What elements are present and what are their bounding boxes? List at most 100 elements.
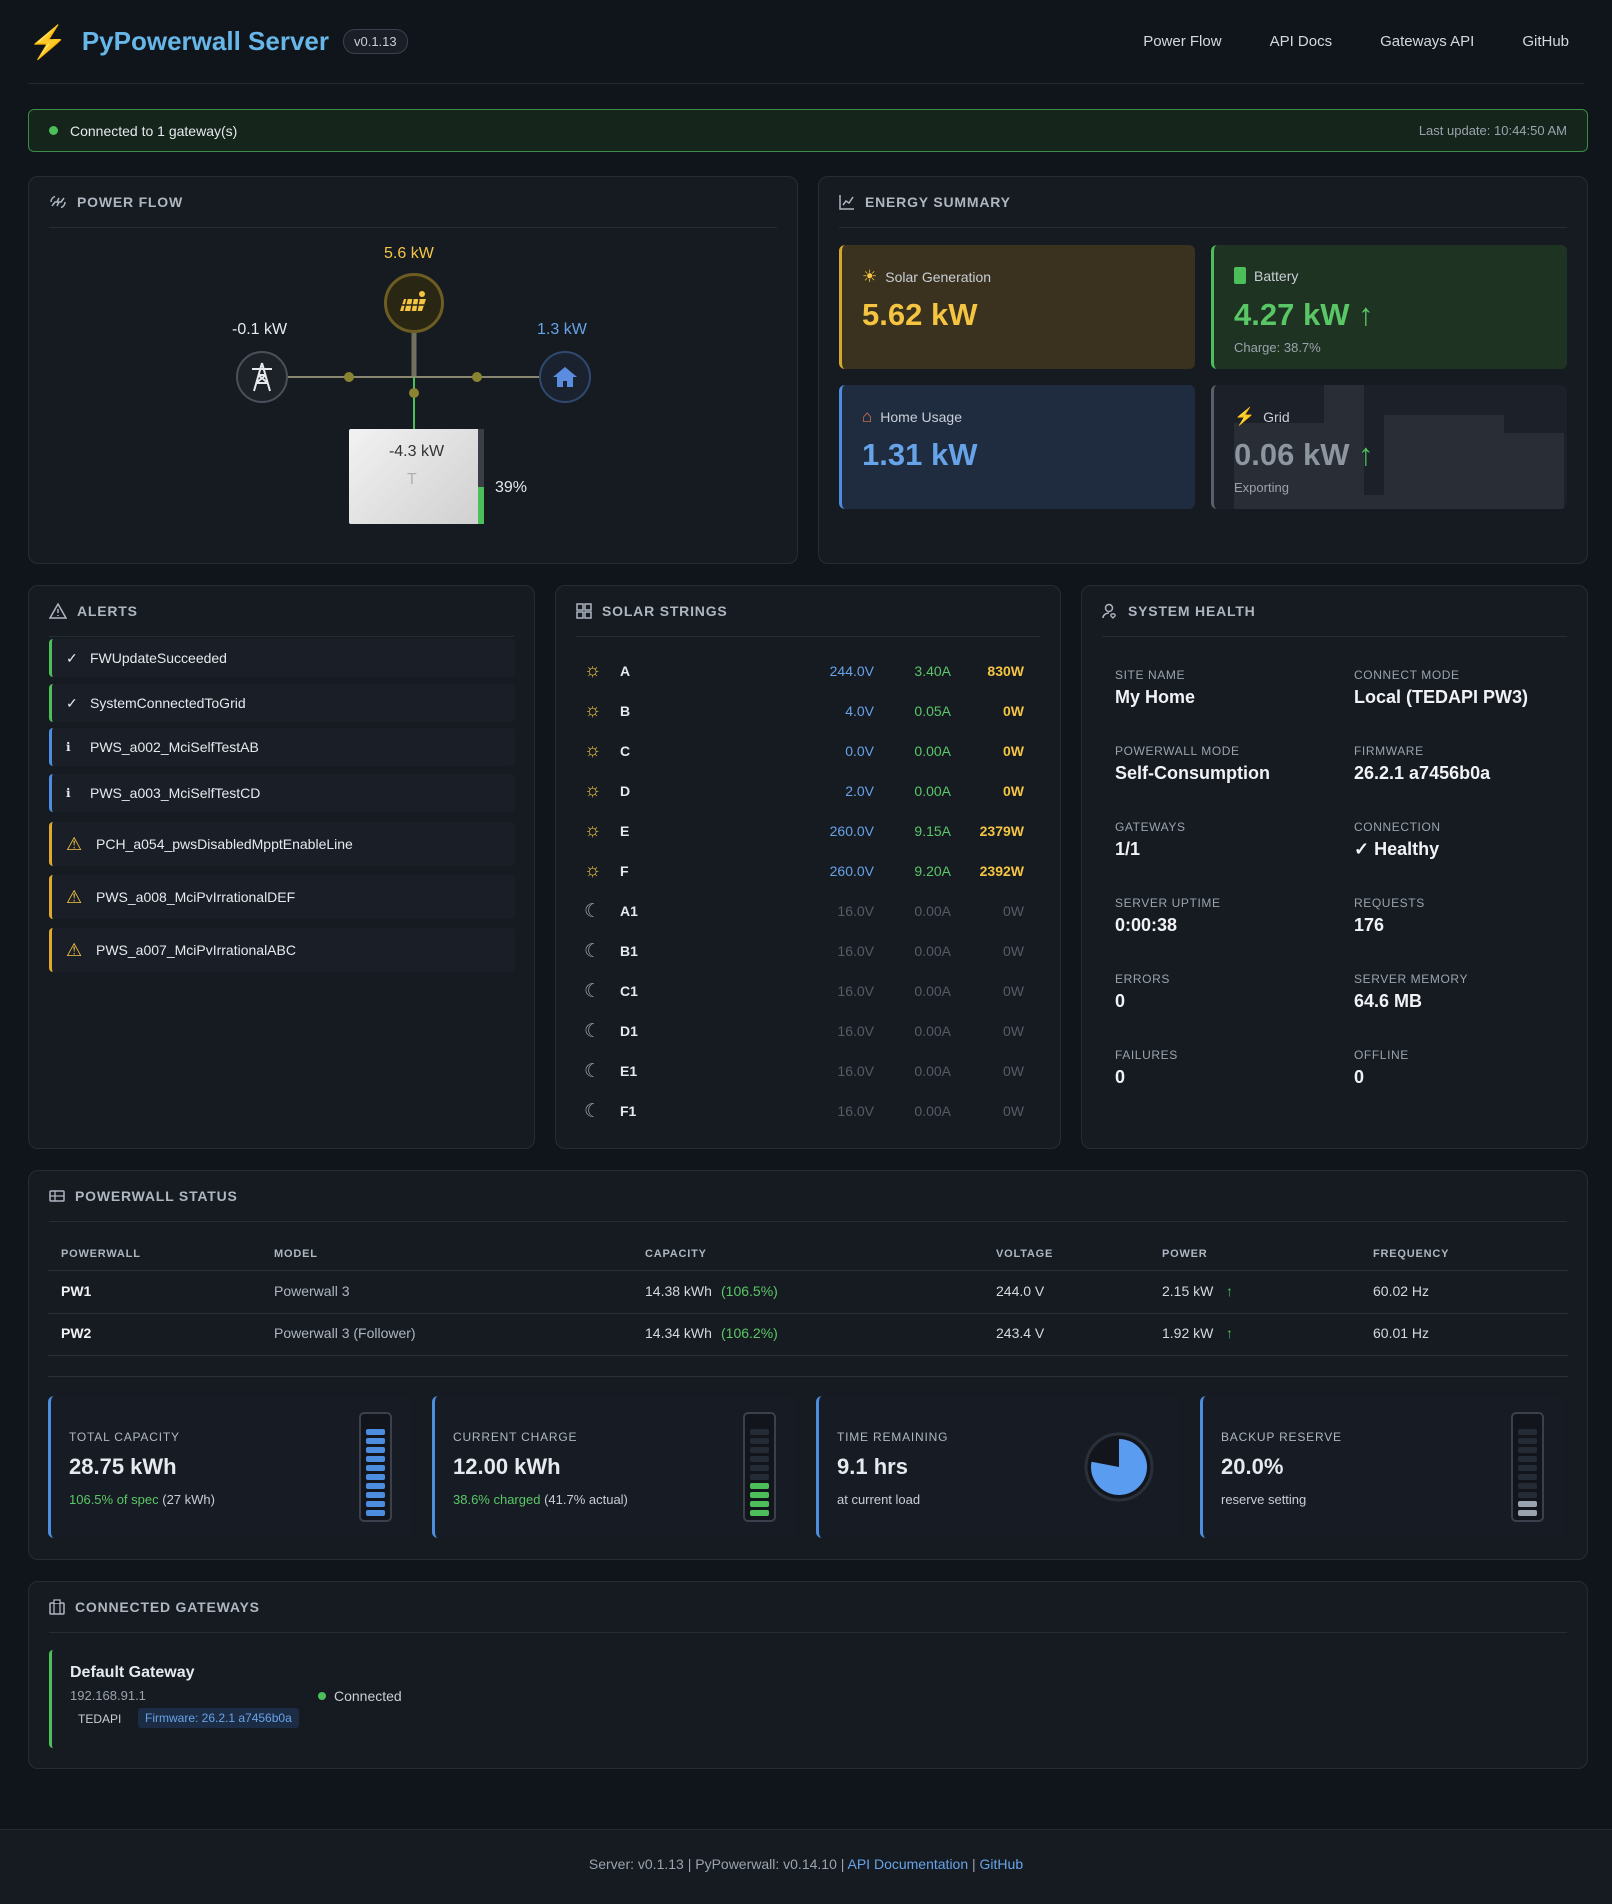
solar-string-power: 0W	[1003, 783, 1024, 799]
sun-icon: ☼	[584, 820, 602, 841]
alert-text: PWS_a003_MciSelfTestCD	[90, 785, 261, 801]
gauge-segment	[1518, 1456, 1537, 1462]
solar-string-name: E1	[620, 1063, 638, 1079]
sun-icon: ☀	[862, 267, 878, 286]
solar-string-row: ☼ F 260.0V 9.20A 2392W	[584, 851, 1050, 891]
table-header: CAPACITY	[645, 1248, 707, 1260]
solar-string-current: 0.00A	[914, 783, 951, 799]
solar-string-name: B	[620, 703, 631, 719]
nav-github[interactable]: GitHub	[1522, 33, 1569, 50]
table-cell-power: 2.15 kW	[1162, 1283, 1214, 1299]
table-cell-capacity_pct: (106.5%)	[721, 1283, 778, 1299]
solar-node[interactable]	[384, 273, 444, 333]
solar-string-current: 0.05A	[914, 703, 951, 719]
connection-status: Connected to 1 gateway(s)	[70, 122, 238, 139]
nav-power-flow[interactable]: Power Flow	[1143, 33, 1221, 50]
alert-item[interactable]: ℹ PWS_a003_MciSelfTestCD	[49, 774, 515, 812]
battery-level-fill	[478, 486, 484, 524]
solar-strings-title: SOLAR STRINGS	[602, 603, 728, 619]
gauge-segment	[750, 1501, 769, 1507]
house-icon	[553, 367, 577, 387]
footer-api-docs-link[interactable]: API Documentation	[848, 1856, 969, 1872]
health-value: 176	[1354, 915, 1385, 935]
solar-string-row: ☼ C 0.0V 0.00A 0W	[584, 731, 1050, 771]
gauge-segment	[1518, 1483, 1537, 1489]
gateway-card[interactable]: Default Gateway 192.168.91.1 TEDAPI Firm…	[49, 1650, 469, 1748]
connection-banner: Connected to 1 gateway(s) Last update: 1…	[28, 109, 1588, 152]
system-health-header: SYSTEM HEALTH	[1102, 586, 1567, 637]
table-cell-capacity: 14.38 kWh	[645, 1283, 712, 1299]
health-label: SERVER MEMORY	[1354, 972, 1469, 986]
nav-api-docs[interactable]: API Docs	[1270, 33, 1333, 50]
solar-string-current: 0.00A	[914, 743, 951, 759]
gauge-segment	[1518, 1429, 1537, 1435]
table-header: VOLTAGE	[996, 1248, 1054, 1260]
solar-string-power: 0W	[1003, 983, 1024, 999]
time-remaining-pie	[1084, 1432, 1154, 1502]
solar-string-voltage: 2.0V	[845, 783, 874, 799]
alert-text: PCH_a054_pwsDisabledMpptEnableLine	[96, 836, 353, 852]
arrow-up-icon: ↑	[1358, 437, 1374, 472]
solar-string-name: F	[620, 863, 629, 879]
gauge-segment	[366, 1465, 385, 1471]
table-header: FREQUENCY	[1373, 1248, 1450, 1260]
solar-string-power: 2379W	[979, 823, 1024, 839]
solar-generation-card: ☀ Solar Generation 5.62 kW	[839, 245, 1195, 369]
health-value: 26.2.1 a7456b0a	[1354, 763, 1491, 783]
solar-string-voltage: 16.0V	[837, 943, 874, 959]
alert-item[interactable]: ✓ SystemConnectedToGrid	[49, 684, 515, 722]
total-capacity-sub: (27 kWh)	[158, 1492, 215, 1507]
alert-item[interactable]: ⚠ PCH_a054_pwsDisabledMpptEnableLine	[49, 822, 515, 866]
gateway-firmware-badge: Firmware: 26.2.1 a7456b0a	[138, 1708, 299, 1728]
solar-string-row: ☼ A 244.0V 3.40A 830W	[584, 651, 1050, 691]
sun-icon: ☼	[584, 740, 602, 761]
home-node[interactable]	[539, 351, 591, 403]
alert-item[interactable]: ✓ FWUpdateSucceeded	[49, 639, 515, 677]
solar-power-label: 5.6 kW	[384, 245, 434, 262]
gauge-segment	[750, 1429, 769, 1435]
footer-github-link[interactable]: GitHub	[980, 1856, 1024, 1872]
home-card-value: 1.31 kW	[862, 437, 978, 472]
solar-string-row: ☾ D1 16.0V 0.00A 0W	[584, 1011, 1050, 1051]
alerts-title: ALERTS	[77, 603, 138, 619]
battery-percent-label: 39%	[495, 479, 528, 496]
alert-item[interactable]: ⚠ PWS_a007_MciPvIrrationalABC	[49, 928, 515, 972]
health-value: Local (TEDAPI PW3)	[1354, 687, 1529, 707]
battery-unit[interactable]: -4.3 kW T	[349, 429, 484, 524]
solar-string-row: ☾ E1 16.0V 0.00A 0W	[584, 1051, 1050, 1091]
nav-gateways-api[interactable]: Gateways API	[1380, 33, 1474, 50]
battery-stack-icon	[49, 1190, 65, 1202]
health-value: Self-Consumption	[1115, 763, 1270, 783]
arrow-up-icon: ↑	[1226, 1283, 1233, 1299]
alert-item[interactable]: ⚠ PWS_a008_MciPvIrrationalDEF	[49, 875, 515, 919]
power-tower-icon	[252, 362, 272, 392]
time-remaining-sub: at current load	[837, 1492, 921, 1507]
solar-string-power: 0W	[1003, 703, 1024, 719]
table-cell-capacity: 14.34 kWh	[645, 1325, 712, 1341]
gateways-panel: CONNECTED GATEWAYS Default Gateway 192.1…	[28, 1581, 1588, 1769]
building-icon	[49, 1599, 65, 1615]
time-remaining-card: TIME REMAINING 9.1 hrs at current load	[816, 1396, 1180, 1538]
grid-card-label: Grid	[1263, 409, 1290, 425]
gauge-segment	[1518, 1492, 1537, 1498]
grid-node[interactable]	[236, 351, 288, 403]
current-charge-gauge	[743, 1412, 776, 1522]
energy-summary-header: ENERGY SUMMARY	[839, 177, 1567, 228]
health-label: SITE NAME	[1115, 668, 1186, 682]
gauge-segment	[366, 1456, 385, 1462]
solar-string-power: 0W	[1003, 1023, 1024, 1039]
solar-string-name: A	[620, 663, 631, 679]
backup-reserve-gauge	[1511, 1412, 1544, 1522]
alert-item[interactable]: ℹ PWS_a002_MciSelfTestAB	[49, 728, 515, 766]
sun-icon: ☼	[584, 860, 602, 881]
gauge-segment	[750, 1447, 769, 1453]
solar-string-power: 0W	[1003, 1063, 1024, 1079]
health-value: ✓ Healthy	[1354, 839, 1440, 859]
version-badge: v0.1.13	[342, 29, 408, 54]
table-cell-model: Powerwall 3	[274, 1283, 350, 1299]
table-cell-capacity_pct: (106.2%)	[721, 1325, 778, 1341]
solar-string-voltage: 260.0V	[829, 823, 874, 839]
tesla-logo-icon: T	[407, 471, 417, 488]
solar-string-voltage: 16.0V	[837, 1023, 874, 1039]
solar-string-voltage: 244.0V	[829, 663, 874, 679]
